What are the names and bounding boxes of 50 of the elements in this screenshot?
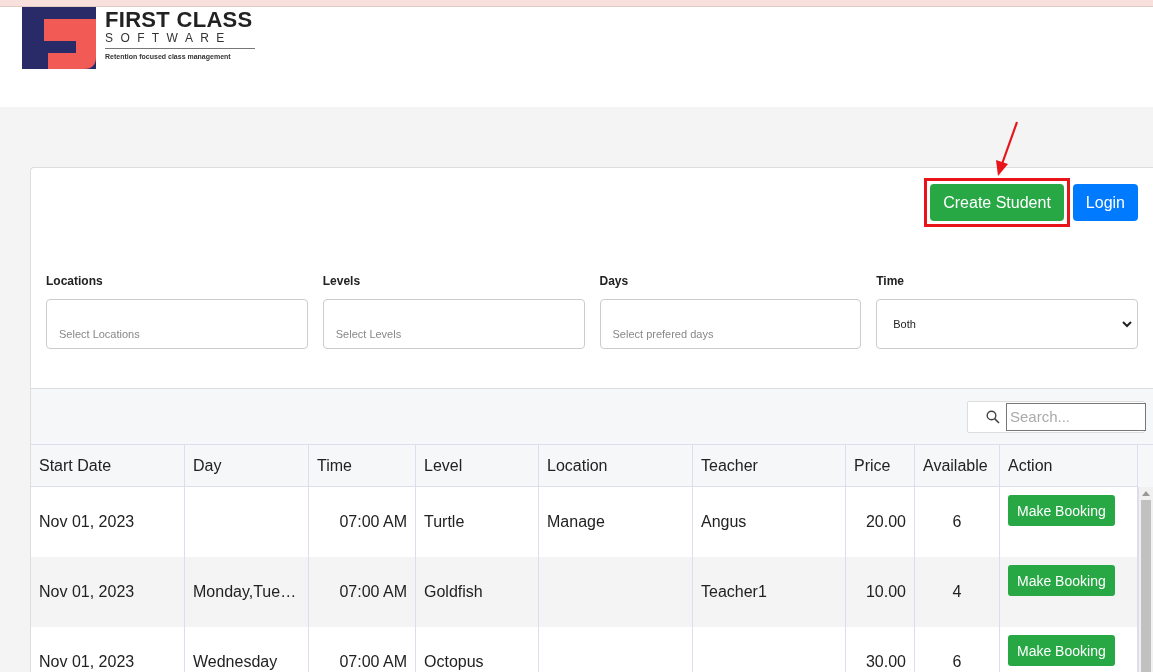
chevron-down-icon [1122, 320, 1132, 328]
table-cell: Octopus [424, 653, 484, 670]
column-header[interactable]: Action [999, 445, 1138, 487]
table-cell: 6 [952, 513, 962, 530]
placeholder-text: Select Locations [59, 328, 140, 340]
column-header[interactable]: Location [538, 445, 693, 487]
filter-label: Days [599, 274, 630, 288]
search-icon [986, 409, 1000, 424]
table-cell: 4 [952, 583, 962, 600]
search-field[interactable]: Search... [1006, 402, 1146, 431]
select-field[interactable]: Both [876, 299, 1138, 349]
table-cell: 6 [952, 653, 962, 670]
login-button[interactable]: Login [1072, 184, 1138, 221]
column-header[interactable]: Level [415, 445, 539, 487]
table-cell: 20.00 [865, 513, 906, 530]
table-cell: Nov 01, 2023 [39, 653, 135, 670]
table-cell: Nov 01, 2023 [39, 583, 135, 600]
table-cell: Goldfish [424, 583, 483, 600]
logo-title: FIRST CLASS [105, 9, 254, 31]
scrollbar[interactable] [1138, 487, 1153, 672]
scrollbar-thumb[interactable] [1141, 500, 1151, 672]
column-header[interactable]: Available [914, 445, 1000, 487]
column-header[interactable]: Price [845, 445, 915, 487]
filter-label: Locations [46, 274, 104, 288]
table-cell: Wednesday [193, 653, 278, 670]
table-cell: Teacher1 [701, 583, 767, 600]
multiselect-field[interactable]: Select prefered days [599, 299, 862, 349]
table-cell: Nov 01, 2023 [39, 513, 135, 530]
logo-subtitle: SOFTWARE [105, 31, 255, 49]
table-cell: Turtle [424, 513, 465, 530]
multiselect-field[interactable]: Select Locations [46, 299, 308, 349]
placeholder-text: Select Levels [335, 328, 402, 340]
table-cell: Angus [701, 513, 747, 530]
table-cell: Monday,Tue… [193, 583, 297, 600]
table-cell: 07:00 AM [339, 583, 407, 600]
table-cell: 07:00 AM [339, 653, 407, 670]
scroll-up-icon[interactable] [1142, 491, 1150, 496]
table-cell: 07:00 AM [339, 513, 407, 530]
column-header[interactable]: Teacher [692, 445, 846, 487]
table-cell: Manage [547, 513, 605, 530]
column-header[interactable]: Time [308, 445, 416, 487]
logo-mark-icon [22, 7, 96, 69]
table-cell: 30.00 [865, 653, 906, 670]
table-cell: 10.00 [865, 583, 906, 600]
filter-label: Levels [322, 274, 362, 288]
column-header[interactable]: Day [184, 445, 309, 487]
column-header[interactable]: Start Date [31, 445, 185, 487]
placeholder-text: Select prefered days [612, 328, 714, 340]
filter-label: Time [876, 274, 906, 288]
multiselect-field[interactable]: Select Levels [322, 299, 585, 349]
